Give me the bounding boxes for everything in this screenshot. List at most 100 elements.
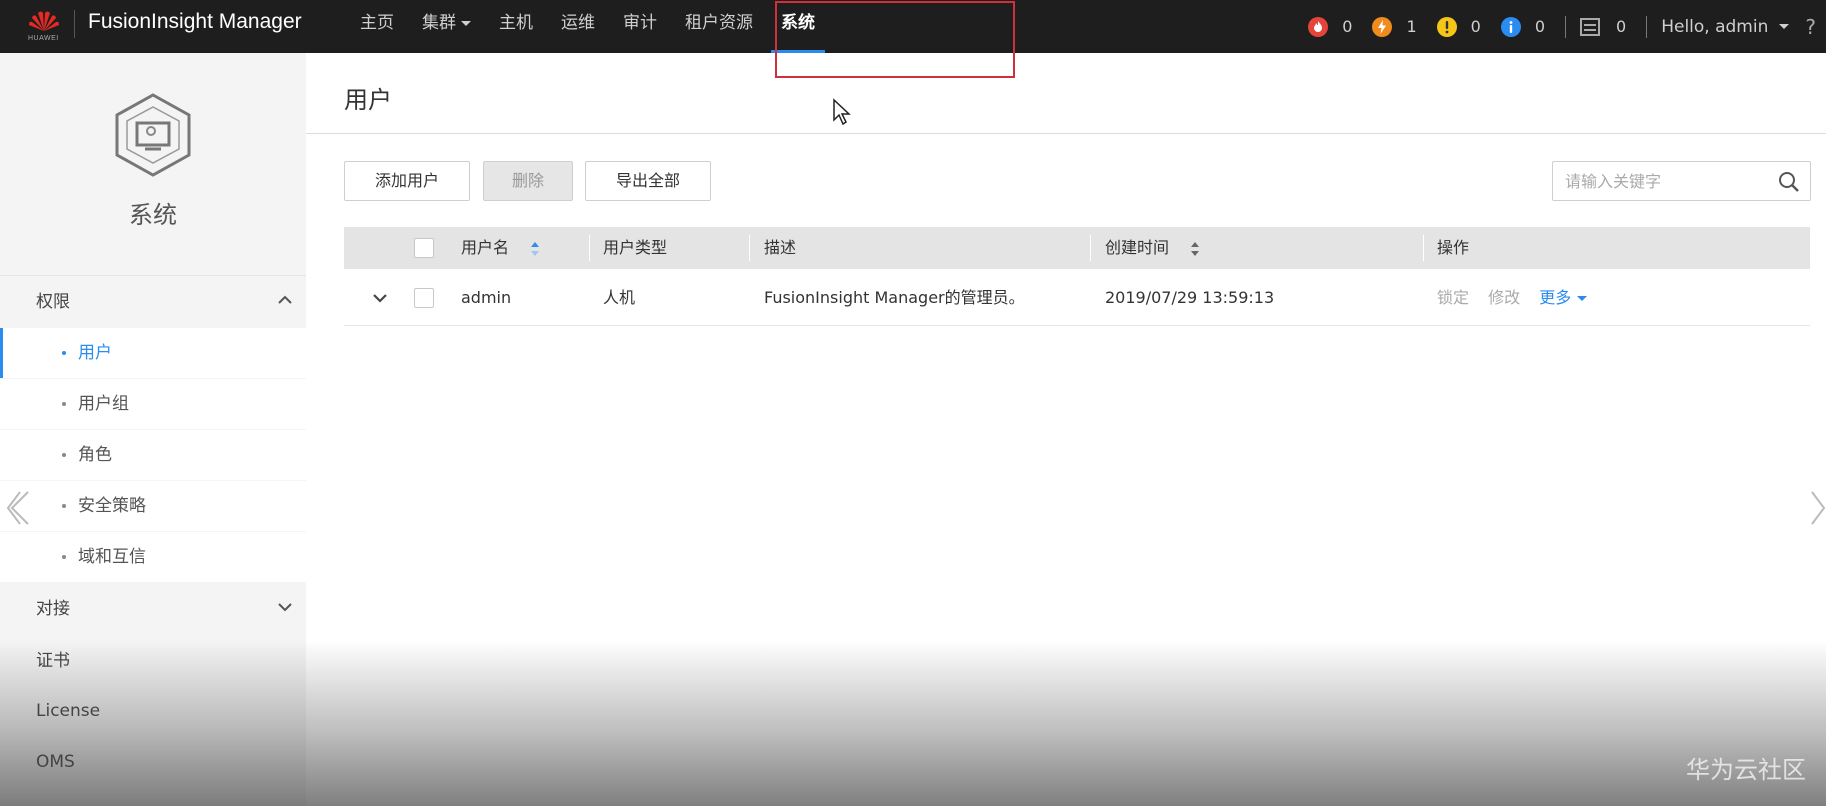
logo-caption: HUAWEI [28,35,59,42]
help-icon[interactable]: ? [1805,15,1816,39]
nav-label: 系统 [781,13,815,33]
sidebar-group-label: 证书 [36,651,70,671]
nav-operations[interactable]: 运维 [561,0,595,53]
expand-row-icon[interactable] [372,292,388,304]
column-username[interactable]: 用户名 [461,227,540,269]
alarm-count: 0 [1342,17,1353,36]
nav-hosts[interactable]: 主机 [499,0,533,53]
sidebar-item-label: 用户 [78,343,112,363]
column-divider [1090,235,1091,261]
delete-button[interactable]: 删除 [483,161,573,201]
table-row: admin 人机 FusionInsight Manager的管理员。 2019… [344,270,1810,326]
nav-label: 主页 [360,13,394,33]
alarm-major[interactable]: 1 [1372,16,1417,37]
search-box [1552,161,1811,201]
watermark: 华为云社区 [1686,756,1806,784]
sidebar-item-domain-trust[interactable]: 域和互信 [0,532,306,582]
chevron-down-icon [1577,296,1588,301]
nav-tenant-resources[interactable]: 租户资源 [685,0,753,53]
fire-icon [1308,16,1329,37]
bullet [62,504,66,508]
alarm-critical[interactable]: 0 [1308,16,1353,37]
chevron-down-icon [278,603,292,612]
nav-audit[interactable]: 审计 [623,0,657,53]
bullet [62,555,66,559]
bullet [62,453,66,457]
sidebar-group-certificates[interactable]: 证书 [0,635,306,687]
column-divider [589,235,590,261]
sidebar-item-label: 角色 [78,445,112,465]
sidebar-item-security-policy[interactable]: 安全策略 [0,481,306,531]
sidebar-group-label: 对接 [36,599,70,619]
sidebar-item-label: 用户组 [78,394,129,414]
search-icon[interactable] [1778,171,1800,193]
sort-icon[interactable] [530,241,540,257]
row-checkbox[interactable] [414,288,434,308]
column-label: 用户名 [461,238,510,257]
task-count: 0 [1616,17,1627,36]
exclamation-icon [1436,16,1457,37]
cell-description: FusionInsight Manager的管理员。 [764,288,1025,307]
nav-label: 租户资源 [685,13,753,33]
lightning-icon [1372,16,1393,37]
column-label: 创建时间 [1105,238,1170,257]
column-description: 描述 [764,238,797,257]
sidebar-item-label: 域和互信 [78,547,146,567]
sidebar-group-label: License [36,701,101,721]
alarm-minor[interactable]: 0 [1436,16,1481,37]
sidebar-group-label: 权限 [36,292,70,312]
sidebar-item-users[interactable]: 用户 [0,328,306,378]
cell-actions: 锁定 修改 更多 [1437,270,1588,326]
column-created-time[interactable]: 创建时间 [1105,227,1200,269]
bullet [62,402,66,406]
divider [1565,15,1567,38]
system-icon [115,93,191,177]
column-divider [749,235,750,261]
search-input[interactable] [1553,162,1768,200]
column-actions: 操作 [1437,238,1470,257]
mouse-cursor-icon [833,98,851,126]
more-label: 更多 [1539,288,1572,307]
sidebar: 系统 权限 用户 用户组 角色 安全策略 域和互信 对接 证书 License … [0,53,306,806]
sidebar-group-license[interactable]: License [0,685,306,737]
nav-cluster[interactable]: 集群 [422,0,471,53]
sidebar-item-user-groups[interactable]: 用户组 [0,379,306,429]
nav-label: 主机 [499,13,533,33]
nav-label: 审计 [623,13,657,33]
chevron-down-icon[interactable] [1779,24,1790,29]
sidebar-group-integration[interactable]: 对接 [0,583,306,635]
sort-icon[interactable] [1190,241,1200,257]
task-list[interactable]: 0 [1580,17,1626,36]
user-menu[interactable]: Hello, admin [1661,17,1768,37]
add-user-button[interactable]: 添加用户 [344,161,470,201]
nav-system[interactable]: 系统 [771,0,825,53]
bullet [62,351,66,355]
cell-user-type: 人机 [603,288,636,307]
sidebar-header: 系统 [0,53,306,276]
chevron-right-icon[interactable] [1810,488,1826,528]
lock-link[interactable]: 锁定 [1437,288,1469,307]
sidebar-item-roles[interactable]: 角色 [0,430,306,480]
sidebar-group-label: OMS [36,752,75,772]
nav-home[interactable]: 主页 [360,0,394,53]
cell-username: admin [461,288,512,307]
alarm-count: 0 [1534,17,1546,36]
export-all-button[interactable]: 导出全部 [585,161,711,201]
alarm-warning[interactable]: 0 [1500,16,1546,37]
main-nav: 主页 集群 主机 运维 审计 租户资源 系统 [360,0,843,53]
top-bar: HUAWEI FusionInsight Manager 主页 集群 主机 运维… [0,0,1826,53]
table-header: 用户名 用户类型 描述 创建时间 操作 [344,227,1810,269]
alarm-count: 1 [1406,17,1417,36]
more-link[interactable]: 更多 [1539,288,1588,307]
select-all-checkbox[interactable] [414,238,434,258]
column-user-type: 用户类型 [603,238,668,257]
chevron-down-icon [461,20,471,26]
modify-link[interactable]: 修改 [1488,288,1520,307]
sidebar-group-permissions[interactable]: 权限 [0,276,306,328]
brand-divider [74,10,75,38]
app-title[interactable]: FusionInsight Manager [88,10,302,34]
cell-created-time: 2019/07/29 13:59:13 [1105,288,1275,307]
sidebar-title: 系统 [129,201,177,229]
sidebar-group-oms[interactable]: OMS [0,736,306,788]
chevron-left-icon[interactable] [6,488,34,528]
